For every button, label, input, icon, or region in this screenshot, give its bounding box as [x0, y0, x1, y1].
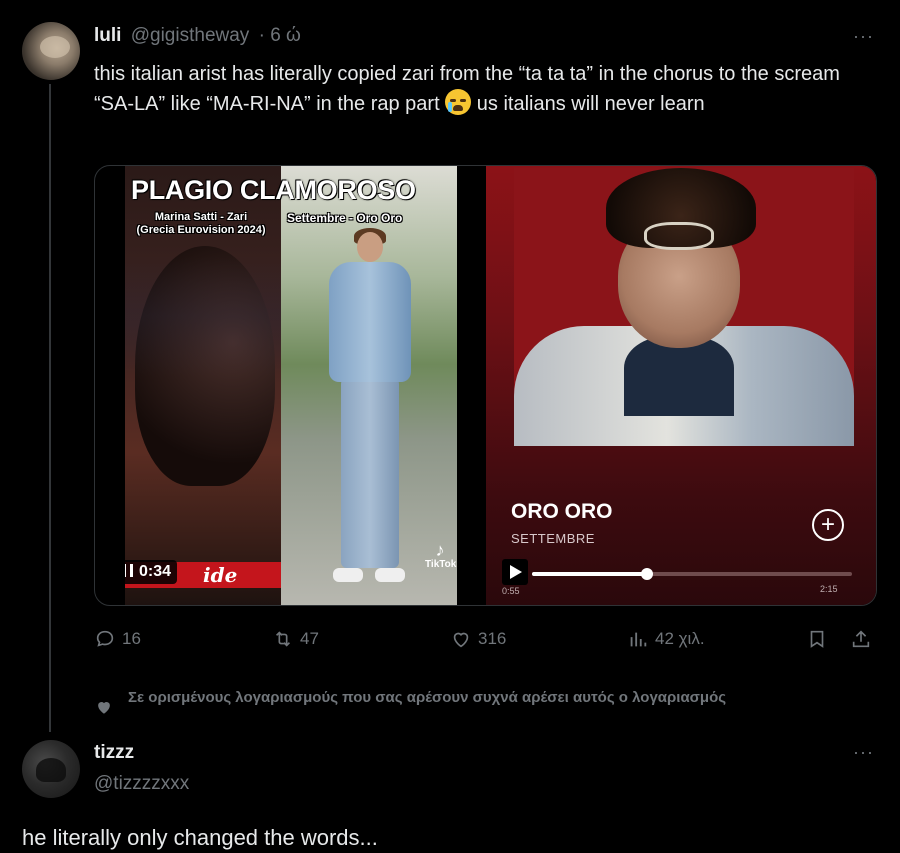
- video-duration: 0:34: [139, 563, 172, 580]
- tweet-header: luli @gigistheway · 6 ώ: [94, 25, 301, 47]
- display-name[interactable]: luli: [94, 25, 121, 46]
- left-caption-line1: Marina Satti - Zari: [154, 211, 248, 223]
- tiktok-icon: ♪: [435, 540, 445, 560]
- tiktok-label: TikTok: [425, 559, 457, 570]
- dancer-figure: [319, 228, 419, 600]
- avatar[interactable]: [22, 740, 80, 798]
- share-icon: [852, 630, 870, 648]
- bookmark-icon: [810, 630, 824, 648]
- like-count: 316: [478, 629, 507, 648]
- song-title[interactable]: ORO ORO: [511, 500, 613, 524]
- thread-line: [49, 84, 51, 732]
- artist-name[interactable]: SETTEMBRE: [511, 531, 595, 546]
- pause-icon[interactable]: [125, 564, 133, 577]
- views-count: 42 χιλ.: [655, 629, 705, 648]
- heart-icon: [98, 702, 110, 714]
- tweet-text: this italian arist has literally copied …: [94, 59, 884, 119]
- tweet-text-part2: us italians will never learn: [471, 93, 705, 115]
- video-right-frame: [281, 166, 457, 605]
- reply-button[interactable]: 16: [94, 628, 141, 650]
- repost-icon: [275, 631, 291, 647]
- more-options-icon[interactable]: ···: [853, 742, 874, 763]
- spotify-player[interactable]: ORO ORO SETTEMBRE + 0:55 2:15: [486, 166, 876, 605]
- avatar[interactable]: [22, 22, 80, 80]
- video-right-caption: Settembre - Oro Oro: [287, 211, 403, 225]
- handle[interactable]: @tizzzzxxx: [94, 773, 189, 795]
- total-time: 2:15: [820, 584, 838, 594]
- progress-bar[interactable]: [532, 568, 852, 580]
- reply-count: 16: [122, 629, 141, 648]
- views-chart-icon: [630, 632, 647, 647]
- repost-button[interactable]: 47: [272, 628, 319, 650]
- album-cover: [514, 168, 854, 446]
- views-button[interactable]: 42 χιλ.: [627, 628, 705, 650]
- tiktok-watermark: ♪ TikTok: [425, 540, 457, 570]
- heart-icon: [453, 632, 469, 648]
- video-player[interactable]: PLAGIO CLAMOROSO Marina Satti - Zari (Gr…: [125, 166, 457, 605]
- liked-by-text: Σε ορισμένους λογαριασμούς που σας αρέσο…: [128, 689, 727, 706]
- video-title: PLAGIO CLAMOROSO: [131, 175, 416, 205]
- display-name[interactable]: tizzz: [94, 742, 134, 764]
- tweet-text: he literally only changed the words...: [22, 825, 378, 850]
- tweet-actions: 16 47 316 42 χιλ.: [94, 628, 878, 652]
- video-left-caption: Marina Satti - Zari (Grecia Eurovision 2…: [131, 211, 271, 237]
- media-container: PLAGIO CLAMOROSO Marina Satti - Zari (Gr…: [94, 165, 877, 606]
- share-button[interactable]: [850, 628, 872, 650]
- add-to-library-icon[interactable]: +: [812, 509, 844, 541]
- progress-knob[interactable]: [641, 568, 654, 580]
- play-icon[interactable]: [502, 559, 528, 585]
- repost-count: 47: [300, 629, 319, 648]
- progress-fill: [532, 572, 648, 576]
- banner-text: ide: [203, 563, 238, 587]
- left-caption-line2: (Grecia Eurovision 2024): [136, 224, 266, 236]
- bookmark-button[interactable]: [806, 628, 828, 650]
- handle[interactable]: @gigistheway: [131, 25, 250, 46]
- video-timer[interactable]: 0:34: [125, 560, 178, 584]
- reply-icon: [96, 630, 114, 647]
- loudly-crying-face-icon: [445, 89, 472, 115]
- timestamp[interactable]: · 6 ώ: [259, 25, 301, 46]
- like-button[interactable]: 316: [450, 628, 506, 650]
- elapsed-time: 0:55: [502, 586, 520, 596]
- more-options-icon[interactable]: ···: [853, 26, 874, 47]
